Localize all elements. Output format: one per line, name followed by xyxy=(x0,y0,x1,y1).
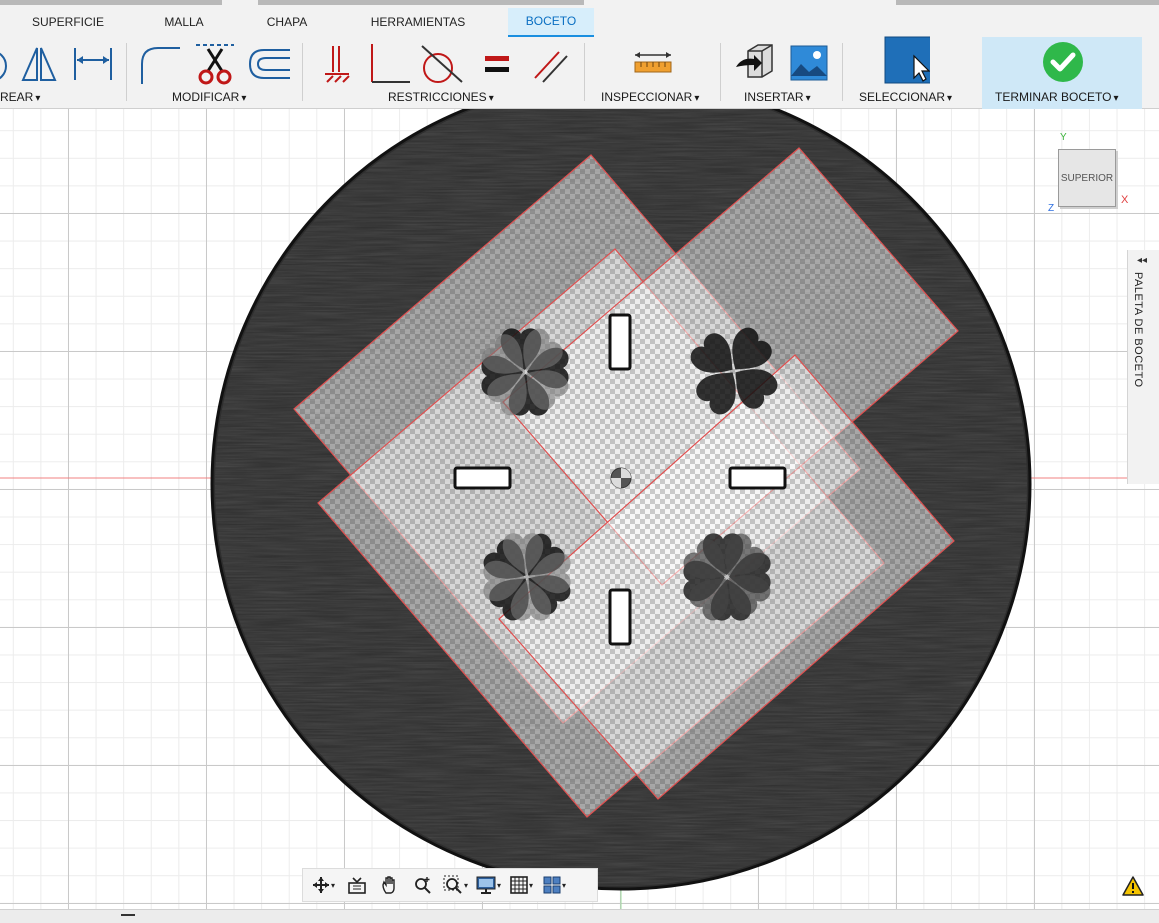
tab-herramientas[interactable]: HERRAMIENTAS xyxy=(354,8,482,36)
insert-derive-icon[interactable] xyxy=(732,41,778,87)
measure-ruler-icon[interactable] xyxy=(630,41,676,87)
viewports-icon[interactable]: ▾ xyxy=(538,871,571,899)
look-at-icon[interactable] xyxy=(340,871,373,899)
perpendicular-icon[interactable] xyxy=(366,41,412,87)
view-cube[interactable]: Y SUPERIOR X Z xyxy=(1044,132,1134,221)
ribbon-separator xyxy=(126,43,127,101)
orbit-icon[interactable]: ▾ xyxy=(307,871,340,899)
warning-icon[interactable] xyxy=(1122,876,1144,896)
tangent-icon[interactable] xyxy=(418,41,464,87)
view-cube-axis-x: X xyxy=(1121,194,1129,206)
inspect-dropdown[interactable]: INSPECCIONAR xyxy=(601,90,699,104)
insert-dropdown[interactable]: INSERTAR xyxy=(744,90,811,104)
ribbon-separator xyxy=(584,43,585,101)
orbit-dropdown-icon[interactable]: ▾ xyxy=(331,881,335,890)
view-cube-face-top[interactable]: SUPERIOR xyxy=(1058,149,1116,207)
viewports-dropdown-icon[interactable]: ▾ xyxy=(562,881,566,890)
mirror-triangle-icon[interactable] xyxy=(16,41,62,87)
status-bar xyxy=(0,909,1159,923)
offset-icon[interactable] xyxy=(246,41,292,87)
tab-bar-scroll-strip xyxy=(258,0,584,5)
origin-point xyxy=(610,467,632,489)
sketch-geometry xyxy=(0,109,1159,909)
constraints-dropdown[interactable]: RESTRICCIONES xyxy=(388,90,494,104)
grid-icon[interactable]: ▾ xyxy=(505,871,538,899)
sketch-canvas[interactable]: Y SUPERIOR X Z ◂◂ PALETA DE BOCETO xyxy=(0,109,1159,909)
view-cube-axis-z: Z xyxy=(1048,203,1055,214)
constraints-group: RESTRICCIONES xyxy=(304,37,582,109)
zoom-window-icon[interactable]: ▾ xyxy=(439,871,472,899)
pan-hand-icon[interactable] xyxy=(373,871,406,899)
trim-scissors-icon[interactable] xyxy=(192,41,238,87)
status-indicator xyxy=(121,914,135,916)
finish-sketch-group[interactable]: TERMINAR BOCETO xyxy=(982,37,1142,109)
sketch-palette-label: PALETA DE BOCETO xyxy=(1132,272,1144,388)
tab-chapa[interactable]: CHAPA xyxy=(252,8,322,36)
grid-dropdown-icon[interactable]: ▾ xyxy=(529,881,533,890)
fillet-icon[interactable] xyxy=(136,41,182,87)
tab-boceto[interactable]: BOCETO xyxy=(508,8,594,38)
tab-bar-scroll-strip xyxy=(0,0,222,5)
view-cube-axis-y: Y xyxy=(1060,132,1067,143)
sketch-palette-tab[interactable]: ◂◂ PALETA DE BOCETO xyxy=(1127,250,1159,484)
parallel-icon[interactable] xyxy=(528,41,574,87)
insert-image-icon[interactable] xyxy=(786,41,832,87)
modify-dropdown[interactable]: MODIFICAR xyxy=(172,90,246,104)
select-cursor-icon[interactable] xyxy=(884,36,930,84)
expand-arrows-icon: ◂◂ xyxy=(1137,255,1148,266)
tab-malla[interactable]: MALLA xyxy=(146,8,222,36)
display-settings-icon[interactable]: ▾ xyxy=(472,871,505,899)
display-dropdown-icon[interactable]: ▾ xyxy=(497,881,501,890)
tab-bar-scroll-strip xyxy=(896,0,1159,5)
create-dropdown[interactable]: REAR xyxy=(0,90,40,104)
zoom-dropdown-icon[interactable]: ▾ xyxy=(464,881,468,890)
equal-icon[interactable] xyxy=(474,41,520,87)
sketch-ribbon: REAR MODIFICAR RESTRICCIONES xyxy=(0,36,1159,109)
finish-sketch-dropdown[interactable]: TERMINAR BOCETO xyxy=(995,90,1119,104)
ribbon-separator xyxy=(302,43,303,101)
ribbon-separator xyxy=(720,43,721,101)
select-dropdown[interactable]: SELECCIONAR xyxy=(859,90,952,104)
checkmark-icon[interactable] xyxy=(1040,39,1086,85)
dimension-icon[interactable] xyxy=(70,41,116,87)
zoom-icon[interactable] xyxy=(406,871,439,899)
tab-superficie[interactable]: SUPERFICIE xyxy=(22,8,114,36)
fix-icon[interactable] xyxy=(314,41,360,87)
navigation-bar: ▾ ▾ ▾ ▾ ▾ xyxy=(302,868,598,902)
select-group: SELECCIONAR xyxy=(844,36,980,109)
ribbon-separator xyxy=(842,43,843,101)
create-group: REAR xyxy=(0,37,126,109)
modify-group: MODIFICAR xyxy=(128,37,300,109)
workspace-tab-bar: SUPERFICIE MALLA CHAPA HERRAMIENTAS BOCE… xyxy=(0,0,1159,38)
insert-group: INSERTAR xyxy=(722,37,840,109)
inspect-group: INSPECCIONAR xyxy=(586,37,720,109)
